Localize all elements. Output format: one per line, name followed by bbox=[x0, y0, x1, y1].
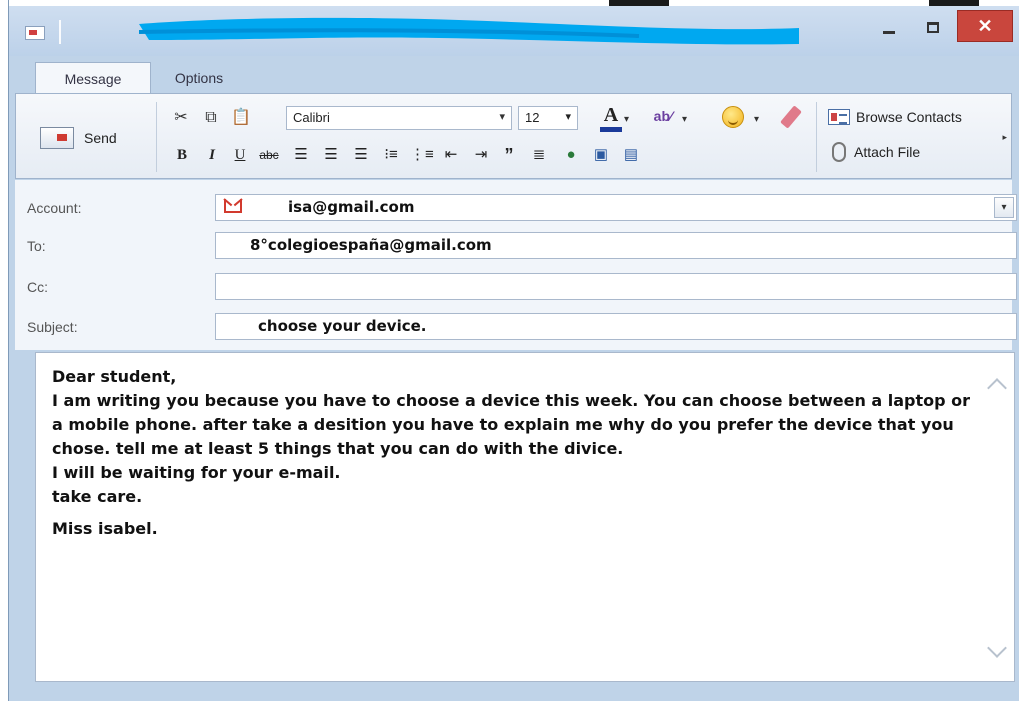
ribbon-tabs: Message Options bbox=[9, 56, 1019, 94]
emoticon-dropdown-icon[interactable]: ▾ bbox=[754, 110, 759, 130]
body-line: I will be waiting for your e-mail. bbox=[52, 463, 341, 482]
line-spacing-icon[interactable]: ≣ bbox=[528, 144, 550, 166]
bullets-icon[interactable]: ⁝≡ bbox=[380, 144, 402, 166]
ribbon-toolbar: Send ✂ ⧉ 📋 Calibri ▾ 12 ▾ A ▾ ab⁄ ▾ ▾ B … bbox=[15, 93, 1012, 179]
ribbon-overflow-icon[interactable]: ▸ bbox=[1002, 132, 1007, 143]
message-body-editor[interactable]: Dear student, I am writing you because y… bbox=[35, 352, 1015, 682]
strikethrough-button[interactable]: abc bbox=[254, 144, 284, 166]
emoticon-icon[interactable] bbox=[722, 106, 744, 128]
font-color-icon[interactable]: A bbox=[600, 104, 622, 132]
maximize-button[interactable] bbox=[913, 12, 953, 42]
send-icon bbox=[40, 127, 74, 149]
font-size-value: 12 bbox=[525, 110, 540, 125]
minimize-icon bbox=[883, 30, 895, 34]
align-left-icon[interactable]: ☰ bbox=[290, 144, 312, 166]
attach-file-button[interactable]: Attach File bbox=[832, 142, 920, 162]
align-right-icon[interactable]: ☰ bbox=[350, 144, 372, 166]
numbering-icon[interactable]: ⋮≡ bbox=[410, 144, 434, 166]
font-name-value: Calibri bbox=[293, 110, 330, 125]
redaction-scribble bbox=[139, 17, 799, 45]
font-size-select[interactable]: 12 ▾ bbox=[518, 106, 578, 130]
closing-line: take care. bbox=[52, 487, 143, 506]
scroll-down-icon[interactable] bbox=[987, 638, 1007, 658]
indent-icon[interactable]: ⇥ bbox=[470, 144, 492, 166]
message-body-text: Dear student, I am writing you because y… bbox=[52, 365, 982, 541]
cc-field[interactable] bbox=[215, 273, 1017, 300]
account-value: isa@gmail.com bbox=[288, 198, 415, 216]
to-label: To: bbox=[27, 238, 46, 254]
gmail-icon bbox=[224, 199, 242, 213]
title-separator bbox=[59, 20, 61, 44]
copy-icon[interactable]: ⧉ bbox=[200, 108, 222, 128]
align-center-icon[interactable]: ☰ bbox=[320, 144, 342, 166]
minimize-button[interactable] bbox=[869, 12, 909, 42]
subject-field[interactable]: choose your device. bbox=[215, 313, 1017, 340]
font-name-select[interactable]: Calibri ▾ bbox=[286, 106, 512, 130]
chevron-down-icon: ▾ bbox=[565, 111, 571, 123]
maximize-icon bbox=[927, 21, 939, 33]
highlight-icon[interactable]: ab⁄ bbox=[648, 106, 678, 126]
paste-icon[interactable]: 📋 bbox=[230, 108, 252, 128]
close-icon: ✕ bbox=[977, 15, 993, 36]
highlight-dropdown-icon[interactable]: ▾ bbox=[682, 110, 687, 130]
to-value: 8°colegioespaña@gmail.com bbox=[250, 236, 492, 254]
account-select[interactable]: isa@gmail.com ▾ bbox=[215, 194, 1017, 221]
subject-value: choose your device. bbox=[258, 317, 427, 335]
outdent-icon[interactable]: ⇤ bbox=[440, 144, 462, 166]
font-color-dropdown-icon[interactable]: ▾ bbox=[624, 110, 629, 130]
italic-button[interactable]: I bbox=[202, 144, 222, 166]
contact-card-icon bbox=[828, 109, 850, 125]
send-button[interactable]: Send bbox=[40, 126, 117, 150]
to-field[interactable]: 8°colegioespaña@gmail.com bbox=[215, 232, 1017, 259]
tab-options[interactable]: Options bbox=[159, 62, 239, 94]
bold-button[interactable]: B bbox=[172, 144, 192, 166]
browse-contacts-label: Browse Contacts bbox=[856, 109, 962, 125]
send-label: Send bbox=[84, 130, 117, 146]
picture-icon[interactable]: ▤ bbox=[620, 144, 642, 166]
message-header-fields: Account: isa@gmail.com ▾ To: 8°colegioes… bbox=[15, 180, 1017, 350]
body-paragraph: I am writing you because you have to cho… bbox=[52, 391, 971, 458]
link-icon[interactable]: ● bbox=[560, 144, 582, 166]
underline-button[interactable]: U bbox=[230, 144, 250, 166]
paperclip-icon bbox=[832, 142, 846, 162]
scroll-up-icon[interactable] bbox=[987, 378, 1007, 398]
tab-message[interactable]: Message bbox=[35, 62, 151, 94]
account-label: Account: bbox=[27, 200, 82, 216]
email-compose-window: ✕ Message Options Send ✂ ⧉ 📋 Calibri ▾ 1… bbox=[8, 0, 1019, 701]
image-icon[interactable]: ▣ bbox=[590, 144, 612, 166]
browse-contacts-button[interactable]: Browse Contacts bbox=[828, 109, 962, 125]
title-bar: ✕ bbox=[9, 6, 1019, 56]
signature-line: Miss isabel. bbox=[52, 519, 158, 538]
cut-icon[interactable]: ✂ bbox=[170, 108, 192, 128]
greeting-line: Dear student, bbox=[52, 367, 177, 386]
mail-app-icon bbox=[25, 26, 45, 40]
chevron-down-icon: ▾ bbox=[499, 111, 505, 123]
ribbon-separator bbox=[816, 102, 817, 172]
eraser-icon[interactable] bbox=[780, 105, 802, 129]
subject-label: Subject: bbox=[27, 319, 78, 335]
cc-label: Cc: bbox=[27, 279, 48, 295]
attach-file-label: Attach File bbox=[854, 144, 921, 160]
blockquote-icon[interactable]: ” bbox=[498, 144, 520, 166]
close-button[interactable]: ✕ bbox=[957, 10, 1013, 42]
chevron-down-icon[interactable]: ▾ bbox=[994, 197, 1014, 218]
ribbon-separator bbox=[156, 102, 157, 172]
